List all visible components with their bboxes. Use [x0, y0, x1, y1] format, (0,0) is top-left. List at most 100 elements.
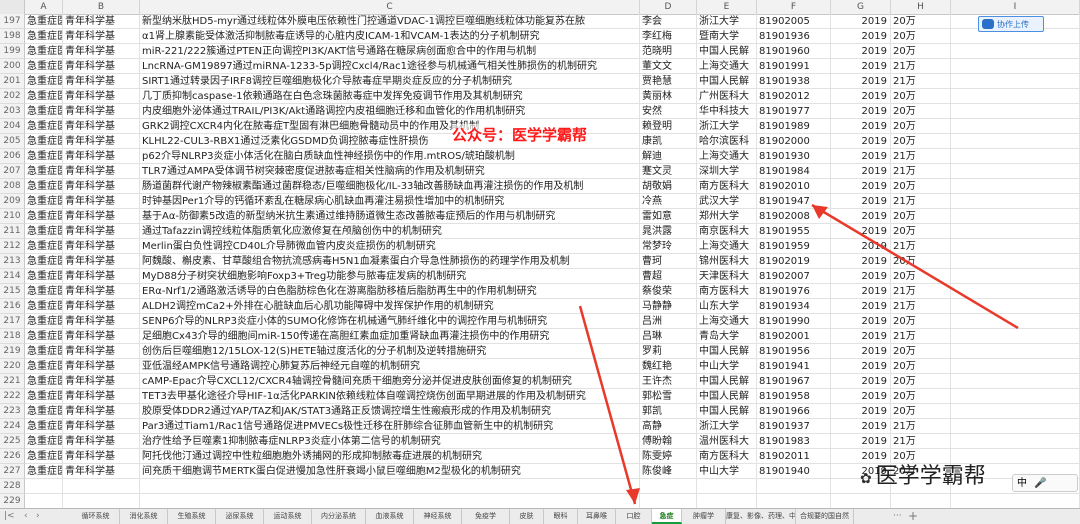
cell-h[interactable]: 20万: [891, 104, 951, 119]
cell-i[interactable]: [951, 59, 1080, 74]
cell-h[interactable]: 21万: [891, 284, 951, 299]
cell-b[interactable]: 青年科学基: [63, 14, 140, 29]
cell-c[interactable]: [140, 494, 640, 508]
cell-a[interactable]: 急重症医学: [25, 299, 63, 314]
cell-a[interactable]: 急重症医学: [25, 164, 63, 179]
cell-g[interactable]: 2019: [831, 299, 891, 314]
cell-a[interactable]: 急重症医学: [25, 119, 63, 134]
cell-f[interactable]: 81901956: [757, 344, 831, 359]
cell-c[interactable]: SENP6介导的NLRP3炎症小体的SUMO化修饰在机械通气肺纤维化中的调控作用…: [140, 314, 640, 329]
table-row[interactable]: 215急重症医学青年科学基ERα-Nrf1/2通路激活诱导的白色脂肪棕色化在游离…: [0, 284, 1080, 299]
cell-c[interactable]: p62介导NLRP3炎症小体活化在脑白质缺血性神经损伤中的作用.mtROS/琥珀…: [140, 149, 640, 164]
cell-f[interactable]: [757, 479, 831, 494]
cell-a[interactable]: 急重症医学: [25, 194, 63, 209]
cell-e[interactable]: 深圳大学: [697, 164, 757, 179]
cell-b[interactable]: 青年科学基: [63, 164, 140, 179]
row-number[interactable]: 203: [0, 104, 25, 119]
row-number[interactable]: 208: [0, 179, 25, 194]
cell-d[interactable]: 范晓明: [640, 44, 697, 59]
cell-d[interactable]: 晁洪露: [640, 224, 697, 239]
cell-c[interactable]: 时钟基因Per1介导的钙循环紊乱在糖尿病心肌缺血再灌注易损性增加中的机制研究: [140, 194, 640, 209]
table-row[interactable]: 203急重症医学青年科学基内皮细胞外泌体通过TRAIL/PI3K/Akt通路调控…: [0, 104, 1080, 119]
cell-f[interactable]: 81901947: [757, 194, 831, 209]
cell-f[interactable]: 81902010: [757, 179, 831, 194]
cell-g[interactable]: 2019: [831, 44, 891, 59]
cell-f[interactable]: 81901938: [757, 74, 831, 89]
cell-h[interactable]: [891, 494, 951, 508]
cell-g[interactable]: 2019: [831, 389, 891, 404]
cell-d[interactable]: 王许杰: [640, 374, 697, 389]
table-row[interactable]: 219急重症医学青年科学基创伤后巨噬细胞12/15LOX-12(S)HETE轴过…: [0, 344, 1080, 359]
cell-b[interactable]: 青年科学基: [63, 344, 140, 359]
cell-i[interactable]: [951, 314, 1080, 329]
cell-b[interactable]: 青年科学基: [63, 404, 140, 419]
cell-d[interactable]: 高静: [640, 419, 697, 434]
cell-a[interactable]: 急重症医学: [25, 329, 63, 344]
cell-i[interactable]: [951, 284, 1080, 299]
cell-d[interactable]: 郭凯: [640, 404, 697, 419]
cell-d[interactable]: 黄丽林: [640, 89, 697, 104]
cell-g[interactable]: 2019: [831, 329, 891, 344]
cell-g[interactable]: 2019: [831, 404, 891, 419]
cell-a[interactable]: 急重症医学: [25, 239, 63, 254]
cell-c[interactable]: 内皮细胞外泌体通过TRAIL/PI3K/Akt通路调控内皮祖细胞迁移和血管化的作…: [140, 104, 640, 119]
cell-a[interactable]: 急重症医学: [25, 209, 63, 224]
cell-i[interactable]: [951, 89, 1080, 104]
prev-sheet-nav[interactable]: ‹: [24, 509, 28, 524]
cell-d[interactable]: 陈雯婷: [640, 449, 697, 464]
row-number[interactable]: 222: [0, 389, 25, 404]
cell-b[interactable]: 青年科学基: [63, 104, 140, 119]
table-row[interactable]: 202急重症医学青年科学基几丁质抑制caspase-1依赖通路在白色念珠菌脓毒症…: [0, 89, 1080, 104]
cell-h[interactable]: 20万: [891, 359, 951, 374]
cell-g[interactable]: 2019: [831, 269, 891, 284]
cell-b[interactable]: [63, 494, 140, 508]
cell-i[interactable]: [951, 389, 1080, 404]
cell-d[interactable]: 陈俊峰: [640, 464, 697, 479]
cell-i[interactable]: [951, 374, 1080, 389]
cell-e[interactable]: 中国人民解: [697, 44, 757, 59]
cell-h[interactable]: 20万: [891, 29, 951, 44]
cell-f[interactable]: 81902008: [757, 209, 831, 224]
cell-c[interactable]: 创伤后巨噬细胞12/15LOX-12(S)HETE轴过度活化的分子机制及逆转措施…: [140, 344, 640, 359]
cell-i[interactable]: [951, 359, 1080, 374]
cell-e[interactable]: 上海交通大: [697, 314, 757, 329]
first-sheet-nav[interactable]: |<: [4, 509, 15, 524]
cell-a[interactable]: 急重症医学: [25, 374, 63, 389]
cell-f[interactable]: 81901991: [757, 59, 831, 74]
table-row[interactable]: 207急重症医学青年科学基TLR7通过AMPA受体调节树突棘密度促进脓毒症相关性…: [0, 164, 1080, 179]
column-header-f[interactable]: F: [757, 0, 831, 14]
table-row[interactable]: 206急重症医学青年科学基p62介导NLRP3炎症小体活化在脑白质缺血性神经损伤…: [0, 149, 1080, 164]
cell-b[interactable]: 青年科学基: [63, 464, 140, 479]
cell-g[interactable]: 2019: [831, 359, 891, 374]
table-row[interactable]: 212急重症医学青年科学基Merlin蛋白负性调控CD40L介导肺微血管内皮炎症…: [0, 239, 1080, 254]
cell-f[interactable]: [757, 494, 831, 508]
column-header-e[interactable]: E: [697, 0, 757, 14]
cell-f[interactable]: 81902011: [757, 449, 831, 464]
cell-i[interactable]: [951, 419, 1080, 434]
cell-e[interactable]: 温州医科大: [697, 434, 757, 449]
row-number[interactable]: 223: [0, 404, 25, 419]
cell-d[interactable]: 安然: [640, 104, 697, 119]
cell-i[interactable]: [951, 179, 1080, 194]
cell-e[interactable]: 浙江大学: [697, 14, 757, 29]
sheet-tab[interactable]: 眼科: [544, 509, 578, 524]
cell-g[interactable]: 2019: [831, 74, 891, 89]
cell-c[interactable]: miR-221/222簇通过PTEN正向调控PI3K/AKT信号通路在糖尿病创面…: [140, 44, 640, 59]
row-number[interactable]: 220: [0, 359, 25, 374]
cell-b[interactable]: 青年科学基: [63, 29, 140, 44]
cell-i[interactable]: [951, 149, 1080, 164]
cell-b[interactable]: 青年科学基: [63, 299, 140, 314]
row-number[interactable]: 212: [0, 239, 25, 254]
cell-a[interactable]: 急重症医学: [25, 44, 63, 59]
cell-b[interactable]: 青年科学基: [63, 194, 140, 209]
row-number[interactable]: 228: [0, 479, 25, 494]
cell-f[interactable]: 81901959: [757, 239, 831, 254]
cell-a[interactable]: 急重症医学: [25, 389, 63, 404]
cell-i[interactable]: [951, 239, 1080, 254]
cell-h[interactable]: 20万: [891, 389, 951, 404]
cell-c[interactable]: ALDH2调控mCa2+外排在心脏缺血后心肌功能障碍中发挥保护作用的机制研究: [140, 299, 640, 314]
column-header-i[interactable]: I: [951, 0, 1080, 14]
cell-g[interactable]: 2019: [831, 119, 891, 134]
table-row[interactable]: 213急重症医学青年科学基阿魏酸、槲皮素、甘草酸组合物抗流感病毒H5N1血凝素蛋…: [0, 254, 1080, 269]
cell-d[interactable]: 蔡俊荣: [640, 284, 697, 299]
